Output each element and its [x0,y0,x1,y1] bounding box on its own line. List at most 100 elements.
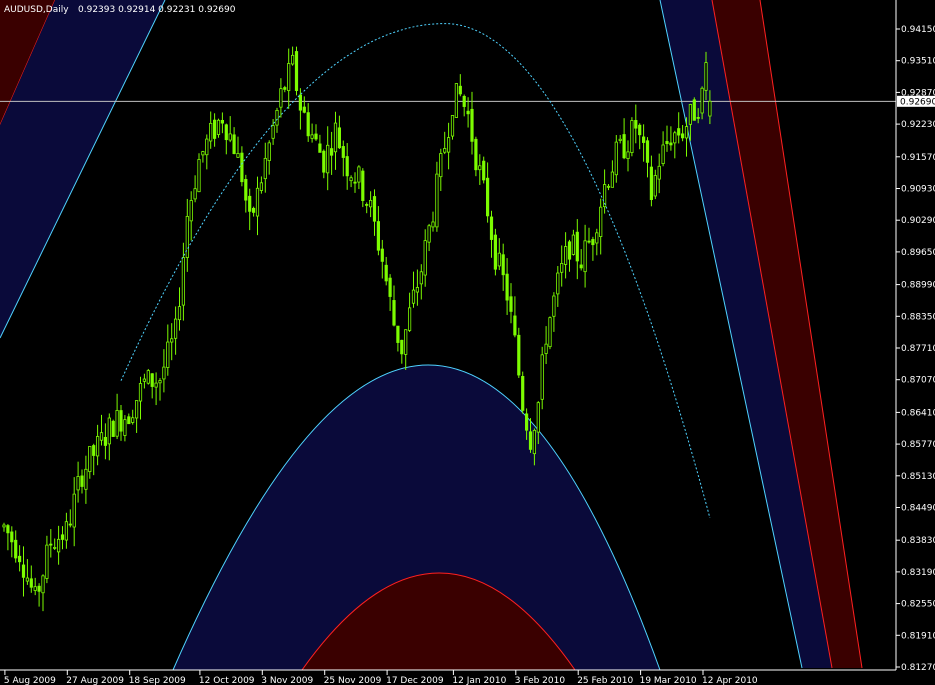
candle-body [606,185,611,188]
y-tick-label: 0.94150 [901,25,935,35]
candle-body [446,137,451,153]
candle-body [287,63,291,92]
candle-body [173,318,178,339]
candle-body [228,133,232,141]
y-tick-label: 0.92230 [901,120,935,130]
candle-body [123,419,127,436]
candle-body [25,577,30,582]
candle-body [384,264,388,282]
candle-body [189,200,193,222]
symbol-label: AUDUSD,Daily [4,5,69,15]
candle-body [642,136,646,143]
candle-body [517,334,521,376]
candle-body [466,110,470,115]
candle-body [423,240,427,276]
candle-body [263,157,267,180]
candle-body [482,160,486,181]
y-tick-label: 0.83190 [901,568,935,578]
ohlc-values: 0.92393 0.92914 0.92231 0.92690 [78,5,236,15]
candle-body [177,306,182,321]
candle-body [474,138,478,171]
x-tick-label: 19 Mar 2010 [640,676,697,685]
y-tick-label: 0.83830 [901,536,935,546]
candle-body [240,152,244,183]
candle-body [236,153,240,158]
candle-body [134,400,139,419]
candle-body [595,232,599,244]
candle-body [170,338,174,343]
y-tick-label: 0.86410 [901,408,935,418]
candle-body [485,177,490,217]
candle-body [599,206,603,237]
y-tick-label: 0.85130 [901,472,935,482]
candle-body [99,432,104,441]
x-tick-label: 5 Aug 2009 [4,676,56,685]
candle-body [57,538,61,553]
candle-body [76,476,80,491]
candle-body [111,420,115,437]
candle-body [216,119,221,135]
candle-body [665,141,669,145]
candle-body [450,115,455,137]
candle-body [704,62,708,91]
candle-body [454,83,459,118]
candle-body [560,263,564,273]
candle-body [322,150,326,173]
candle-body [201,151,205,156]
y-tick-label: 0.88990 [901,281,935,291]
candle-body [532,429,537,455]
candle-body [513,315,517,336]
candle-body [630,120,634,153]
candle-body [645,140,650,163]
candle-body [489,216,494,240]
candle-body [21,564,26,578]
candle-body [306,112,310,137]
candle-body [166,341,170,368]
candle-body [692,99,696,121]
candle-body [2,524,6,528]
candle-body [404,329,408,355]
candle-body [677,128,681,136]
candle-body [294,51,299,91]
candle-body [333,122,338,153]
y-tick-label: 0.88350 [901,312,935,322]
candle-body [259,182,264,191]
candle-body [583,240,587,273]
candle-body [290,54,295,65]
candle-body [579,264,583,269]
y-tick-label: 0.81910 [901,631,935,641]
candle-body [84,468,88,490]
candle-body [283,87,287,90]
candle-body [96,436,100,457]
x-tick-label: 12 Apr 2010 [702,676,758,685]
candle-body [552,295,556,317]
candle-body [197,159,201,193]
candle-body [107,417,111,445]
candle-body [302,106,306,113]
candle-body [119,410,123,432]
y-tick-label: 0.87070 [901,376,935,386]
candle-body [92,445,96,456]
candle-body [556,272,560,295]
candle-body [53,547,57,549]
y-tick-label: 0.90290 [901,216,935,226]
candle-body [64,521,68,541]
candle-body [439,153,443,178]
candle-body [345,156,349,177]
candle-body [45,544,49,579]
candle-body [14,539,18,559]
candle-body [154,382,158,388]
candle-body [49,543,53,546]
x-tick-label: 25 Feb 2010 [577,676,633,685]
candle-body [326,144,330,174]
y-tick-label: 0.93510 [901,57,935,67]
price-chart: 0.941500.935100.928700.922300.915700.909… [0,0,935,685]
candle-body [72,493,76,528]
x-tick-label: 3 Feb 2010 [515,676,566,685]
candle-body [380,248,384,262]
x-tick-label: 12 Oct 2009 [199,676,255,685]
candle-body [251,207,256,213]
candle-body [131,417,135,423]
candle-body [407,307,412,331]
candle-body [10,531,14,543]
